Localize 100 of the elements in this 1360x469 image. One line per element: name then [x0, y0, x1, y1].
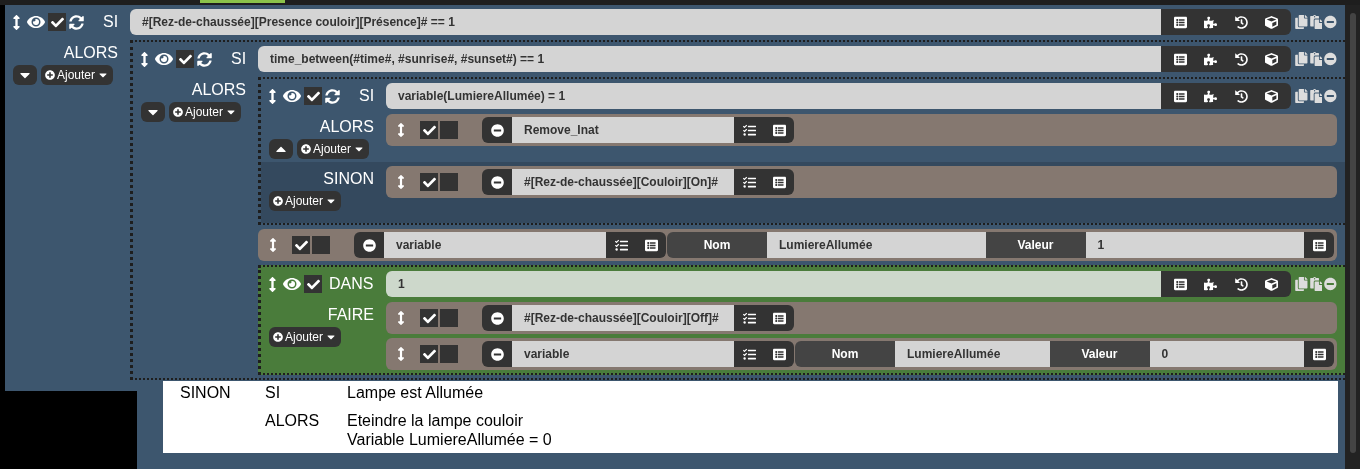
- name-field[interactable]: LumiereAllumée: [767, 232, 986, 258]
- list-button[interactable]: [764, 169, 794, 195]
- plus-icon: [301, 144, 311, 154]
- note-keyword: ALORS: [265, 410, 321, 431]
- collapse-button[interactable]: [13, 65, 37, 85]
- add-button[interactable]: Ajouter: [269, 327, 342, 347]
- option-checkbox[interactable]: [440, 345, 458, 363]
- paste-icon[interactable]: [1309, 89, 1323, 103]
- enable-checkbox[interactable]: [292, 236, 310, 254]
- checklist-button[interactable]: [734, 117, 764, 143]
- value-label: Valeur: [985, 232, 1086, 258]
- refresh-icon[interactable]: [69, 14, 84, 30]
- plus-icon: [173, 107, 183, 117]
- remove-button[interactable]: [482, 169, 512, 195]
- enable-checkbox[interactable]: [48, 13, 66, 31]
- add-button[interactable]: Ajouter: [169, 102, 242, 122]
- collapse-button[interactable]: [141, 102, 165, 122]
- eye-icon[interactable]: [27, 13, 45, 31]
- value-field[interactable]: 0: [1149, 341, 1304, 367]
- add-button[interactable]: Ajouter: [269, 191, 342, 211]
- branch-label: FAIRE: [327, 305, 375, 325]
- check-icon: [178, 52, 192, 66]
- minus-icon: [490, 175, 504, 189]
- checklist-button[interactable]: [734, 305, 764, 331]
- expression-field[interactable]: #[Rez-de-chaussée][Presence couloir][Présence]# == 1: [130, 9, 1161, 35]
- enable-checkbox[interactable]: [420, 121, 438, 139]
- command-field[interactable]: Remove_Inat: [512, 117, 734, 143]
- list-icon: [1312, 238, 1326, 252]
- paste-icon[interactable]: [1309, 277, 1323, 291]
- checklist-button[interactable]: [734, 341, 764, 367]
- copy-icon[interactable]: [1295, 15, 1308, 29]
- checklist-icon: [614, 238, 628, 252]
- paste-icon[interactable]: [1309, 52, 1323, 66]
- check-icon: [422, 175, 436, 189]
- paste-icon[interactable]: [1309, 15, 1323, 29]
- list-button[interactable]: [636, 232, 666, 258]
- value-field[interactable]: 1: [1085, 232, 1304, 258]
- list-icon: [772, 347, 786, 361]
- remove-icon[interactable]: [1324, 15, 1337, 29]
- add-button[interactable]: Ajouter: [41, 65, 114, 85]
- refresh-icon[interactable]: [325, 88, 340, 104]
- list-button[interactable]: [1304, 341, 1334, 367]
- copy-icon[interactable]: [1295, 52, 1308, 66]
- scrollbar[interactable]: [1345, 5, 1360, 469]
- refresh-icon[interactable]: [197, 51, 212, 67]
- eye-icon[interactable]: [155, 50, 173, 68]
- option-checkbox[interactable]: [440, 309, 458, 327]
- list-button[interactable]: [1304, 232, 1334, 258]
- command-field[interactable]: variable: [512, 341, 734, 367]
- expression-field[interactable]: 1: [386, 271, 1161, 297]
- list-icon: [772, 123, 786, 137]
- enable-checkbox[interactable]: [420, 345, 438, 363]
- name-field[interactable]: LumiereAllumée: [895, 341, 1050, 367]
- command-field[interactable]: #[Rez-de-chaussée][Couloir][On]#: [512, 169, 734, 195]
- enable-checkbox[interactable]: [176, 50, 194, 68]
- note-text: Lampe est Allumée: [347, 383, 485, 402]
- checklist-button[interactable]: [606, 232, 636, 258]
- branch-label: ALORS: [319, 117, 375, 137]
- option-checkbox[interactable]: [312, 236, 330, 254]
- remove-icon[interactable]: [1324, 52, 1337, 66]
- minus-icon: [490, 311, 504, 325]
- option-checkbox[interactable]: [440, 173, 458, 191]
- collapse-button[interactable]: [269, 139, 293, 159]
- command-field[interactable]: #[Rez-de-chaussée][Couloir][Off]#: [512, 305, 734, 331]
- command-field[interactable]: variable: [384, 232, 606, 258]
- remove-icon[interactable]: [1324, 277, 1337, 291]
- check-icon: [422, 123, 436, 137]
- minus-icon: [490, 123, 504, 137]
- block-keyword: SI: [359, 86, 375, 106]
- check-icon: [306, 277, 320, 291]
- expression-field[interactable]: variable(LumiereAllumée) = 1: [386, 83, 1161, 109]
- copy-icon[interactable]: [1295, 89, 1308, 103]
- note-text: Variable LumiereAllumée = 0: [347, 429, 553, 449]
- remove-button[interactable]: [482, 341, 512, 367]
- expression-field[interactable]: time_between(#time#, #sunrise#, #sunset#) == 1: [258, 46, 1161, 72]
- remove-button[interactable]: [482, 117, 512, 143]
- list-button[interactable]: [764, 117, 794, 143]
- remove-button[interactable]: [354, 232, 384, 258]
- enable-checkbox[interactable]: [304, 87, 322, 105]
- add-button[interactable]: Ajouter: [297, 139, 370, 159]
- branch-label: SINON: [323, 169, 375, 189]
- remove-button[interactable]: [482, 305, 512, 331]
- copy-icon[interactable]: [1295, 277, 1308, 291]
- eye-icon[interactable]: [283, 87, 301, 105]
- checklist-button[interactable]: [734, 169, 764, 195]
- list-icon: [772, 311, 786, 325]
- option-checkbox[interactable]: [440, 121, 458, 139]
- check-icon: [422, 311, 436, 325]
- enable-checkbox[interactable]: [420, 173, 438, 191]
- branch-label: ALORS: [191, 80, 247, 100]
- enable-checkbox[interactable]: [304, 275, 322, 293]
- block-keyword: SI: [103, 12, 119, 32]
- enable-checkbox[interactable]: [420, 309, 438, 327]
- list-button[interactable]: [764, 305, 794, 331]
- name-label: Nom: [667, 232, 767, 258]
- eye-icon[interactable]: [283, 275, 301, 293]
- remove-icon[interactable]: [1324, 89, 1337, 103]
- check-icon: [294, 238, 308, 252]
- list-button[interactable]: [764, 341, 794, 367]
- checklist-icon: [742, 347, 756, 361]
